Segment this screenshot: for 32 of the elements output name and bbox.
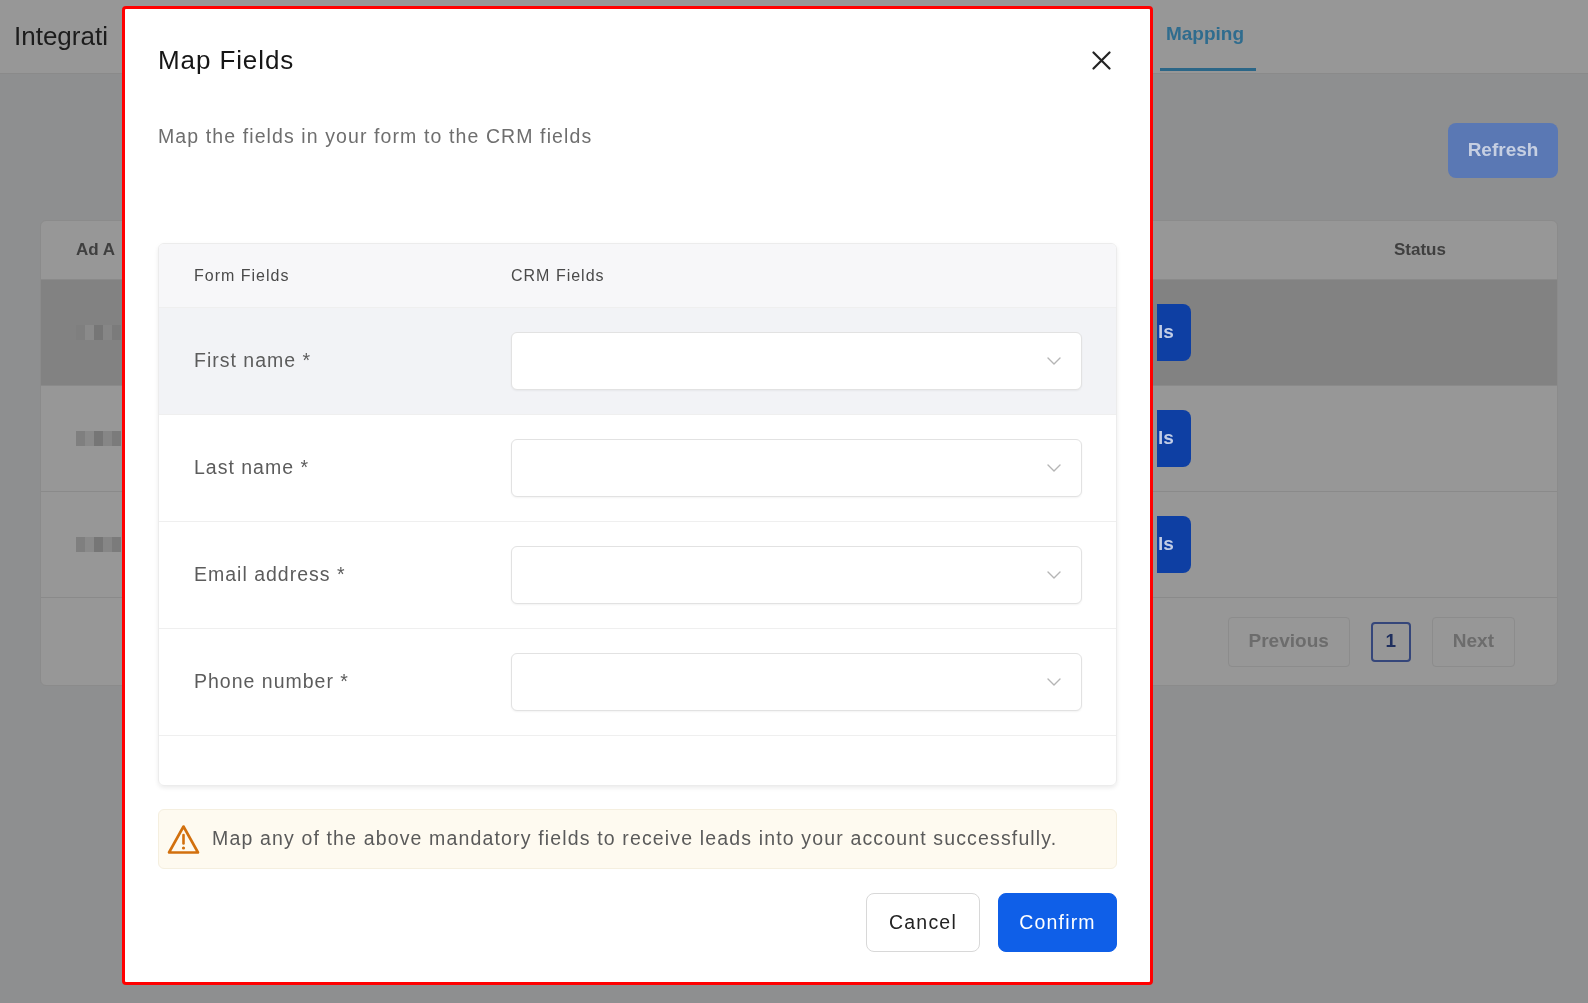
chevron-down-icon [1047,357,1061,365]
field-label: First name * [193,348,312,374]
row-action-button[interactable]: ls [1157,304,1191,361]
refresh-button[interactable]: Refresh [1448,123,1558,178]
column-header: Ad A [75,239,117,262]
page-title: Integrati [14,22,108,51]
field-label: Last name * [193,455,310,481]
column-header: Status [1393,239,1447,262]
confirm-button[interactable]: Confirm [998,893,1117,952]
column-header: Form Fields [193,265,291,286]
cancel-button[interactable]: Cancel [866,893,980,952]
crm-field-select[interactable] [511,439,1082,497]
pixelated-block [76,537,121,552]
column-header: CRM Fields [511,265,606,286]
page-button[interactable]: 1 [1370,621,1411,662]
pixelated-block [76,431,121,446]
chevron-down-icon [1047,571,1061,579]
warning-text: Map any of the above mandatory fields to receive leads into your account successfully. [212,826,1058,852]
field-label: Phone number * [193,669,349,695]
dialog-title: Map Fields [158,45,295,76]
row-action-button[interactable]: ls [1157,516,1191,573]
crm-field-select[interactable] [511,546,1082,604]
chevron-down-icon [1047,464,1061,472]
crm-field-select[interactable] [511,332,1082,390]
crm-field-select[interactable] [511,653,1082,711]
chevron-down-icon [1047,678,1061,686]
row-action-button[interactable]: ls [1157,410,1191,467]
dialog-subtitle: Map the fields in your form to the CRM fields [158,124,594,148]
close-button[interactable] [1092,51,1111,70]
field-label: Email address * [193,562,346,588]
close-icon [1092,51,1111,70]
warning-icon [167,823,200,855]
